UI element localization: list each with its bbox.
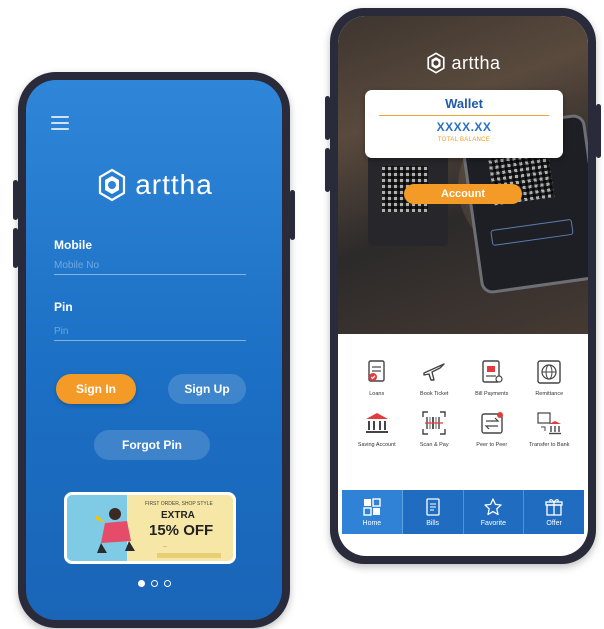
tab-label: Favorite [480, 520, 507, 527]
globe-icon [537, 360, 561, 384]
banner-offer: 15% OFF [149, 522, 214, 539]
service-scan-pay[interactable]: Scan & Pay [406, 409, 464, 448]
menu-icon[interactable] [51, 116, 69, 130]
arttha-logo-icon [99, 168, 126, 202]
barcode-icon [422, 411, 446, 435]
volume-up-button [13, 180, 18, 220]
tab-label: Bills [426, 520, 440, 527]
service-remittance[interactable]: Remittance [521, 358, 579, 397]
wallet-phone-frame: arttha Wallet XXXX.XX TOTAL BALANCE Acco… [325, 8, 601, 564]
arttha-logo-icon [427, 52, 446, 74]
volume-up-button [325, 96, 330, 140]
sign-up-button[interactable]: Sign Up [168, 374, 246, 404]
carousel-dot-3[interactable] [163, 580, 171, 587]
home-grid-icon [363, 498, 381, 516]
banner-fine-print: — [163, 543, 167, 548]
brand-name: arttha [451, 52, 501, 73]
carousel-indicator [26, 580, 282, 587]
forgot-pin-button[interactable]: Forgot Pin [94, 430, 210, 460]
wallet-divider [379, 115, 549, 116]
tab-offer[interactable]: Offer [524, 490, 584, 534]
model-illustration [95, 508, 135, 553]
service-label: Remittance [535, 391, 564, 397]
tab-label: Home [362, 520, 382, 527]
service-peer-to-peer[interactable]: Peer to Peer [463, 409, 521, 448]
service-transfer-to-bank[interactable]: Transfer to Bank [521, 409, 579, 448]
service-bill-payments[interactable]: Bill Payments [463, 358, 521, 397]
hero-photo: arttha Wallet XXXX.XX TOTAL BALANCE Acco… [338, 16, 588, 334]
banner-tagline: FIRST ORDER, SHOP STYLE [145, 501, 213, 507]
wallet-screen: arttha Wallet XXXX.XX TOTAL BALANCE Acco… [338, 16, 588, 556]
wallet-balance-caption: TOTAL BALANCE [437, 137, 491, 143]
brand-logo: arttha [338, 52, 588, 74]
mobile-label: Mobile [54, 238, 92, 252]
promo-banner[interactable]: FIRST ORDER, SHOP STYLE EXTRA 15% OFF — [64, 492, 236, 564]
carousel-dot-1[interactable] [137, 580, 145, 587]
service-label: Scan & Pay [419, 442, 449, 448]
service-label: Book Ticket [420, 391, 449, 397]
service-label: Transfer to Bank [529, 442, 570, 448]
login-screen: arttha Mobile Pin Sign In Sign Up Forgot… [26, 80, 282, 620]
brand-name: arttha [135, 169, 213, 200]
tab-home[interactable]: Home [342, 490, 403, 534]
pin-input[interactable] [54, 322, 246, 341]
volume-down-button [325, 148, 330, 192]
tab-label: Offer [546, 520, 562, 527]
bills-icon [425, 498, 440, 516]
sign-in-button[interactable]: Sign In [56, 374, 136, 404]
service-label: Loans [369, 391, 385, 397]
pin-label: Pin [54, 300, 73, 314]
volume-down-button [13, 228, 18, 268]
phone-screen-field [490, 218, 574, 247]
carousel-dot-2[interactable] [150, 580, 158, 587]
tab-favorite[interactable]: Favorite [464, 490, 525, 534]
bank-transfer-icon [537, 412, 562, 435]
star-icon [484, 498, 503, 516]
transfer-arrows-icon [481, 412, 503, 434]
wallet-title: Wallet [445, 96, 483, 111]
power-button [596, 104, 601, 158]
banner-code [157, 553, 221, 558]
bank-icon [365, 413, 388, 433]
service-saving-account[interactable]: Saving Account [348, 409, 406, 448]
login-phone-frame: arttha Mobile Pin Sign In Sign Up Forgot… [13, 72, 295, 628]
power-button [290, 190, 295, 240]
tab-bills[interactable]: Bills [403, 490, 464, 534]
service-label: Saving Account [357, 442, 396, 448]
service-book-ticket[interactable]: Book Ticket [406, 358, 464, 397]
banner-extra: EXTRA [161, 510, 195, 521]
service-label: Peer to Peer [476, 442, 508, 448]
bill-icon [482, 360, 503, 383]
gift-icon [545, 499, 563, 516]
mobile-input[interactable] [54, 256, 246, 275]
loan-document-icon [368, 360, 385, 382]
brand-logo: arttha [26, 168, 282, 202]
service-loans[interactable]: Loans [348, 358, 406, 397]
wallet-card[interactable]: Wallet XXXX.XX TOTAL BALANCE [365, 90, 563, 158]
airplane-icon [423, 363, 445, 381]
bottom-tab-bar: Home Bills Favorite Offer [342, 490, 584, 534]
service-label: Bill Payments [475, 391, 509, 397]
account-button[interactable]: Account [404, 184, 522, 204]
wallet-balance: XXXX.XX [436, 120, 492, 134]
services-grid: Loans Book Ticket Bill Payments Remittan… [348, 358, 578, 448]
